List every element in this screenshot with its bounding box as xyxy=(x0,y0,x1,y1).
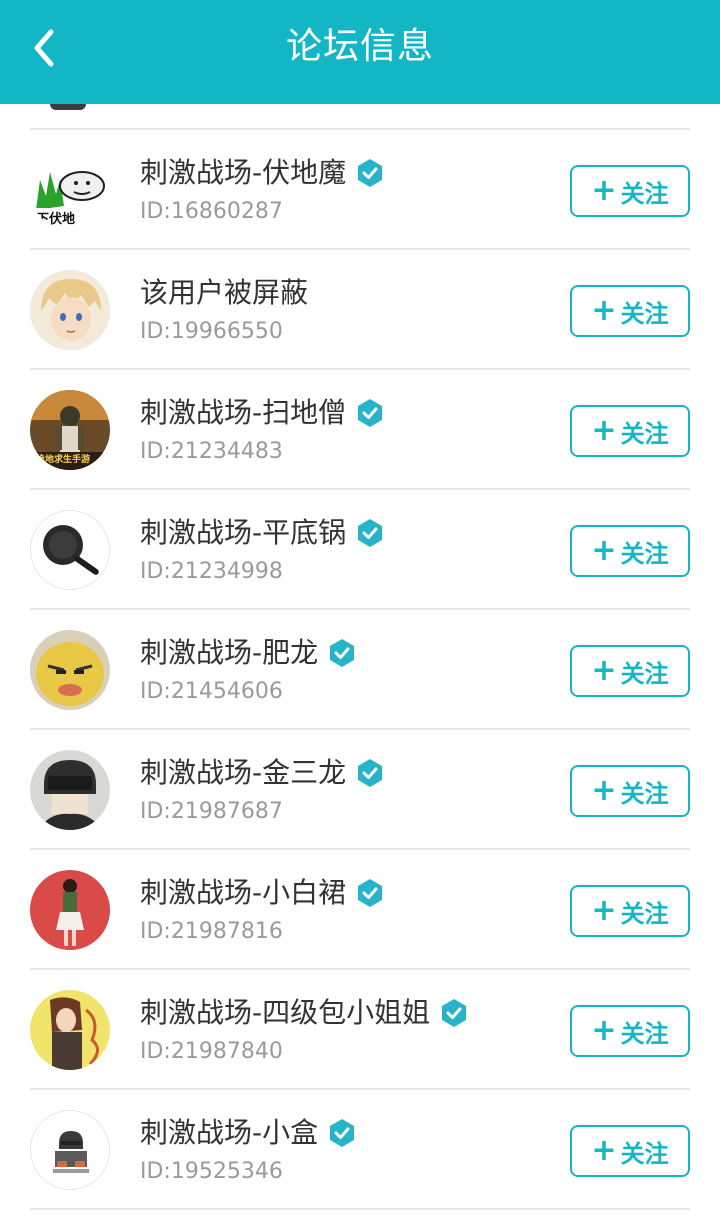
follow-button[interactable]: + 关注 xyxy=(570,885,690,937)
avatar xyxy=(30,270,110,350)
user-name[interactable]: 刺激战场-伏地魔 xyxy=(140,152,346,194)
follow-label: 关注 xyxy=(620,659,669,688)
avatar xyxy=(30,510,110,590)
plus-icon: + xyxy=(591,893,617,928)
avatar xyxy=(30,750,110,830)
plus-icon: + xyxy=(591,773,617,808)
user-list: 下伏地 刺激战场-伏地魔 ID:16860287 + 关注 该用户被屏蔽 ID:… xyxy=(30,0,690,1228)
follow-button[interactable]: + 关注 xyxy=(570,525,690,577)
verified-badge-icon xyxy=(358,879,383,907)
plus-icon: + xyxy=(591,533,617,568)
list-item[interactable]: 绝地求生手游 刺激战场-扫地僧 ID:21234483 + 关注 xyxy=(30,370,690,490)
avatar xyxy=(30,1110,110,1190)
avatar xyxy=(30,990,110,1070)
verified-badge-icon xyxy=(442,999,467,1027)
user-id: ID:19966550 xyxy=(140,319,283,344)
user-id: ID:21234483 xyxy=(140,439,283,464)
user-name[interactable]: 该用户被屏蔽 xyxy=(140,272,308,314)
user-name[interactable]: 刺激战场-扫地僧 xyxy=(140,392,346,434)
plus-icon: + xyxy=(591,173,617,208)
user-id: ID:21234998 xyxy=(140,559,283,584)
user-name[interactable]: 刺激战场-金三龙 xyxy=(140,752,346,794)
follow-label: 关注 xyxy=(620,539,669,568)
follow-button[interactable]: + 关注 xyxy=(570,405,690,457)
list-item[interactable]: 刺激战场-小白裙 ID:21987816 + 关注 xyxy=(30,850,690,970)
follow-button[interactable]: + 关注 xyxy=(570,165,690,217)
avatar-caption: 下伏地 xyxy=(36,212,76,227)
plus-icon: + xyxy=(591,1013,617,1048)
verified-badge-icon xyxy=(330,1119,355,1147)
plus-icon: + xyxy=(591,413,617,448)
verified-badge-icon xyxy=(358,759,383,787)
list-item[interactable]: 刺激战场-小盒 ID:19525346 + 关注 xyxy=(30,1090,690,1210)
follow-button[interactable]: + 关注 xyxy=(570,765,690,817)
follow-label: 关注 xyxy=(620,1139,669,1168)
avatar xyxy=(50,104,86,110)
follow-button[interactable]: + 关注 xyxy=(570,645,690,697)
avatar: 绝地求生手游 xyxy=(30,390,110,470)
follow-label: 关注 xyxy=(620,1019,669,1048)
list-item[interactable]: 该用户被屏蔽 ID:19966550 + 关注 xyxy=(30,250,690,370)
plus-icon: + xyxy=(591,653,617,688)
follow-label: 关注 xyxy=(620,899,669,928)
list-item[interactable]: 刺激战场-肥龙 ID:21454606 + 关注 xyxy=(30,610,690,730)
user-name[interactable]: 刺激战场-平底锅 xyxy=(140,512,346,554)
avatar: 下伏地 xyxy=(30,150,110,230)
follow-label: 关注 xyxy=(620,419,669,448)
verified-badge-icon xyxy=(358,159,383,187)
user-id: ID:16860287 xyxy=(140,199,283,224)
user-id: ID:21987687 xyxy=(140,799,283,824)
page-title: 论坛信息 xyxy=(285,26,434,67)
plus-icon: + xyxy=(591,293,617,328)
user-name[interactable]: 刺激战场-小盒 xyxy=(140,1112,318,1154)
top-app-bar: 论坛信息 xyxy=(0,0,720,104)
list-item[interactable]: 刺激战场-金三龙 ID:21987687 + 关注 xyxy=(30,730,690,850)
plus-icon: + xyxy=(591,1133,617,1168)
follow-button[interactable]: + 关注 xyxy=(570,1005,690,1057)
avatar xyxy=(30,630,110,710)
user-id: ID:21454606 xyxy=(140,679,283,704)
user-name[interactable]: 刺激战场-肥龙 xyxy=(140,632,318,674)
list-item[interactable]: 刺激战场-四级包小姐姐 ID:21987840 + 关注 xyxy=(30,970,690,1090)
user-name[interactable]: 刺激战场-四级包小姐姐 xyxy=(140,992,430,1034)
user-id: ID:21987816 xyxy=(140,919,283,944)
follow-button[interactable]: + 关注 xyxy=(570,285,690,337)
list-item[interactable]: 下伏地 刺激战场-伏地魔 ID:16860287 + 关注 xyxy=(30,130,690,250)
list-item[interactable]: 刺激战场-平底锅 ID:21234998 + 关注 xyxy=(30,490,690,610)
verified-badge-icon xyxy=(358,519,383,547)
follow-label: 关注 xyxy=(620,779,669,808)
follow-label: 关注 xyxy=(620,179,669,208)
user-id: ID:19525346 xyxy=(140,1159,283,1184)
avatar-caption: 绝地求生手游 xyxy=(36,455,91,465)
follow-label: 关注 xyxy=(620,299,669,328)
verified-badge-icon xyxy=(330,639,355,667)
user-name[interactable]: 刺激战场-小白裙 xyxy=(140,872,346,914)
avatar xyxy=(30,870,110,950)
verified-badge-icon xyxy=(358,399,383,427)
user-id: ID:21987840 xyxy=(140,1039,283,1064)
follow-button[interactable]: + 关注 xyxy=(570,1125,690,1177)
